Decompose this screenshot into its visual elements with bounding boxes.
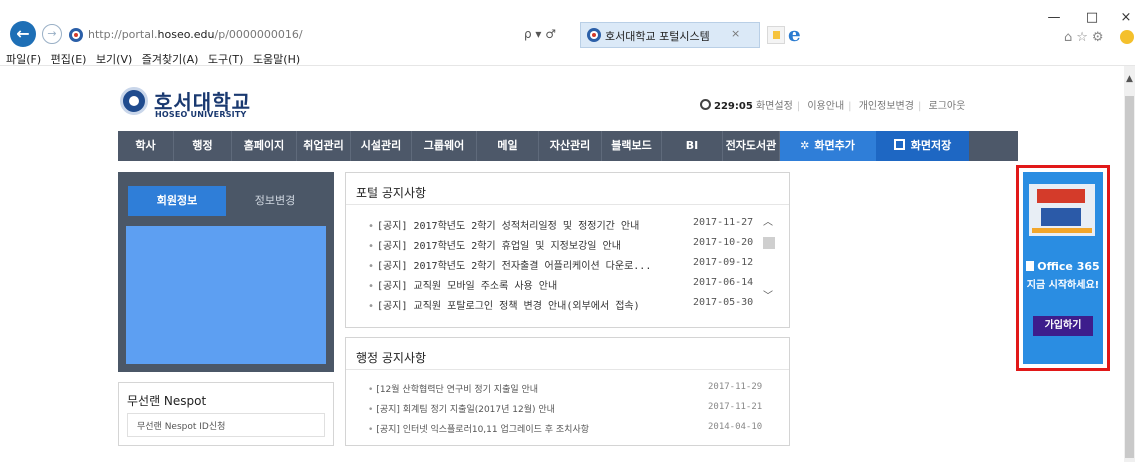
portal-notice-panel: 포털 공지사항 • [공지] 2017학년도 2학기 성적처리일정 및 정정기간 … (345, 172, 790, 328)
ie-logo-icon: e (788, 22, 801, 46)
panel-title: 포털 공지사항 (356, 186, 427, 200)
nav-library[interactable]: 전자도서관 (723, 131, 780, 161)
banner-cta-text: 지금 시작하세요! (1026, 280, 1100, 291)
site-logo-english: HOSEO UNIVERSITY (155, 110, 247, 119)
office-logo-icon (1026, 261, 1035, 271)
list-item[interactable]: • [공지] 인터넷 익스플로러10,11 업그레이드 후 조치사항 2014-04… (368, 422, 778, 436)
office365-banner-highlight: Office 365 지금 시작하세요! 가입하기 (1016, 165, 1110, 371)
search-refresh-icon[interactable]: ρ ▾ ♂ (524, 27, 556, 41)
utility-links: 229:05 화면설정 | 이용안내 | 개인정보변경 | 로그아웃 (700, 97, 965, 112)
close-button[interactable]: × (1118, 10, 1134, 26)
forward-button[interactable]: → (42, 24, 62, 44)
nespot-box: 무선랜 Nespot 무선랜 Nespot ID신청 (118, 382, 334, 446)
link-screen-settings[interactable]: 화면설정 (756, 101, 793, 112)
save-icon (893, 139, 905, 150)
nav-assets[interactable]: 자산관리 (539, 131, 602, 161)
list-item[interactable]: • [공지] 2017학년도 2학기 전자출결 어플리케이션 다운로... 2017… (368, 257, 778, 272)
chevron-up-icon[interactable]: ︿ (763, 213, 773, 228)
browser-chrome: ← → http://portal.hoseo.edu/p/0000000016… (0, 0, 1135, 66)
tab-favicon-icon (586, 27, 602, 43)
browser-tab[interactable]: 호서대학교 포털시스템 × (580, 22, 760, 48)
address-bar[interactable]: http://portal.hoseo.edu/p/0000000016/ (66, 24, 586, 46)
admin-notice-panel: 행정 공지사항 • [12월 산학협력단 연구비 정기 지출일 안내 2017-11… (345, 337, 790, 446)
panel-title: 행정 공지사항 (356, 351, 427, 365)
menu-view[interactable]: 보기(V) (96, 51, 132, 67)
nav-employment[interactable]: 취업관리 (297, 131, 351, 161)
site-favicon-icon (68, 27, 84, 43)
clock-icon (700, 99, 711, 110)
list-item[interactable]: • [공지] 회계팀 정기 지출일(2017년 12월) 안내 2017-11-21 (368, 402, 778, 416)
nespot-title: 무선랜 Nespot (127, 394, 207, 408)
link-usage-guide[interactable]: 이용안내 (807, 101, 844, 112)
address-url[interactable]: http://portal.hoseo.edu/p/0000000016/ (88, 28, 303, 41)
tab-member-info[interactable]: 회원정보 (128, 186, 226, 216)
minimize-button[interactable]: — (1046, 10, 1062, 26)
chevron-down-icon[interactable]: ﹀ (763, 287, 773, 302)
page-scrollbar[interactable]: ▲ (1124, 66, 1135, 462)
list-item[interactable]: • [공지] 2017학년도 2학기 성적처리일정 및 정정기간 안내 2017-1… (368, 217, 778, 232)
back-button[interactable]: ← (10, 21, 36, 47)
tab-edit-info[interactable]: 정보변경 (226, 186, 324, 216)
scroll-up-icon[interactable]: ▲ (1124, 74, 1135, 84)
nav-mail[interactable]: 메일 (477, 131, 539, 161)
save-screen-button[interactable]: 화면저장 (876, 131, 969, 161)
new-tab-button[interactable] (767, 26, 785, 44)
signup-button[interactable]: 가입하기 (1033, 316, 1093, 336)
list-item[interactable]: • [공지] 2017학년도 2학기 휴업일 및 지정보강일 안내 2017-10-… (368, 237, 778, 252)
menu-favorites[interactable]: 즐겨찾기(A) (142, 51, 199, 67)
nav-blackboard[interactable]: 블랙보드 (602, 131, 662, 161)
gear-icon: ✲ (800, 139, 810, 152)
banner-screenshot-image (1029, 184, 1095, 236)
office365-banner[interactable]: Office 365 지금 시작하세요! 가입하기 (1023, 172, 1103, 364)
nav-bi[interactable]: BI (662, 131, 723, 161)
notice-scroller[interactable]: ︿ ﹀ (760, 209, 778, 302)
member-tabs: 회원정보 정보변경 (118, 172, 334, 226)
university-seal-icon (120, 87, 148, 115)
add-screen-button[interactable]: ✲ 화면추가 (780, 131, 876, 161)
nespot-apply-link[interactable]: 무선랜 Nespot ID신청 (127, 413, 325, 437)
menu-tools[interactable]: 도구(T) (208, 51, 244, 67)
nav-groupware[interactable]: 그룹웨어 (412, 131, 477, 161)
menu-edit[interactable]: 편집(E) (51, 51, 87, 67)
maximize-button[interactable]: □ (1084, 10, 1100, 26)
notice-scroll-thumb[interactable] (763, 237, 775, 249)
menu-file[interactable]: 파일(F) (6, 51, 41, 67)
list-item[interactable]: • [공지] 교직원 포탈로그인 정책 변경 안내(외부에서 접속) 2017-05… (368, 297, 778, 312)
list-item[interactable]: • [12월 산학협력단 연구비 정기 지출일 안내 2017-11-29 (368, 382, 778, 396)
menu-bar: 파일(F) 편집(E) 보기(V) 즐겨찾기(A) 도구(T) 도움말(H) (0, 51, 300, 67)
global-nav: 학사 행정 홈페이지 취업관리 시설관리 그룹웨어 메일 자산관리 블랙보드 B… (118, 131, 1018, 161)
tab-close-icon[interactable]: × (731, 27, 740, 40)
feedback-smile-icon[interactable] (1120, 30, 1134, 44)
menu-help[interactable]: 도움말(H) (253, 51, 300, 67)
link-logout[interactable]: 로그아웃 (929, 101, 966, 112)
link-edit-profile[interactable]: 개인정보변경 (859, 101, 914, 112)
scrollbar-thumb[interactable] (1125, 96, 1134, 458)
nav-facility[interactable]: 시설관리 (351, 131, 412, 161)
nav-admin[interactable]: 행정 (174, 131, 232, 161)
list-item[interactable]: • [공지] 교직원 모바일 주소록 사용 안내 2017-06-14 (368, 277, 778, 292)
nav-academic[interactable]: 학사 (118, 131, 174, 161)
nav-homepage[interactable]: 홈페이지 (232, 131, 297, 161)
home-favorites-settings-icon[interactable]: ⌂☆⚙ (1064, 30, 1108, 45)
session-timer: 229:05 (714, 101, 753, 112)
banner-product: Office 365 (1023, 260, 1103, 273)
tab-title: 호서대학교 포털시스템 (605, 30, 710, 43)
